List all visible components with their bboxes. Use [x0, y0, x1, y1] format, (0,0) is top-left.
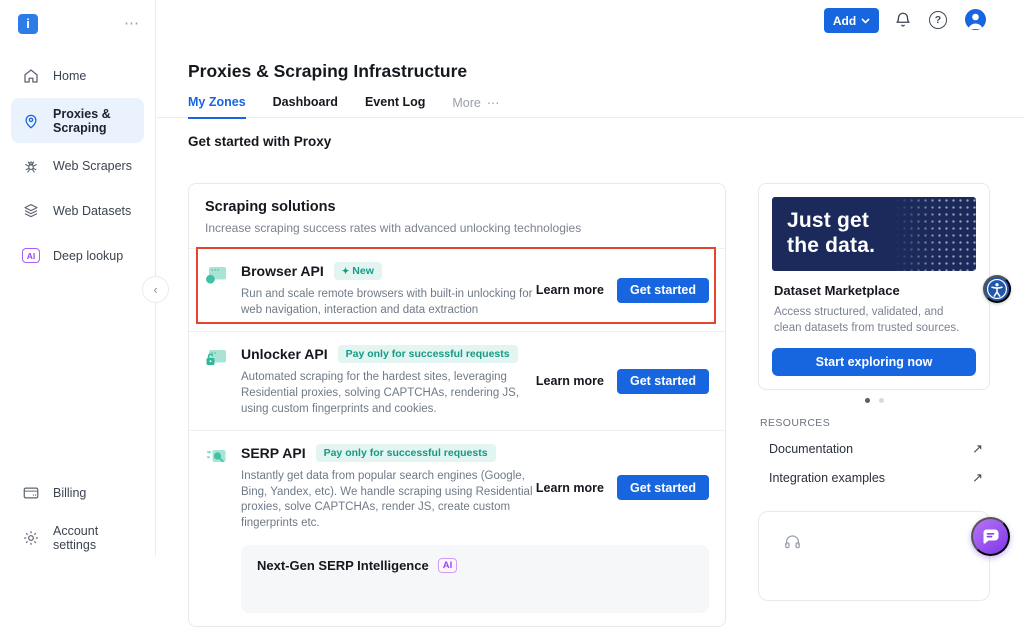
pay-per-success-badge: Pay only for successful requests [337, 345, 518, 364]
home-icon [22, 67, 40, 85]
solution-info: Unlocker API Pay only for successful req… [241, 345, 536, 417]
sidebar-overflow-icon[interactable]: ⋯ [124, 16, 139, 31]
tab-dashboard[interactable]: Dashboard [273, 95, 338, 119]
tab-my-zones[interactable]: My Zones [188, 95, 246, 119]
ai-badge-icon: AI [22, 247, 40, 265]
tab-event-log[interactable]: Event Log [365, 95, 425, 119]
learn-more-link[interactable]: Learn more [536, 283, 604, 297]
sidebar-item-home[interactable]: Home [11, 53, 144, 98]
solution-row-unlocker-api: Unlocker API Pay only for successful req… [189, 332, 725, 432]
tab-bar: My Zones Dashboard Event Log More ⋯ [188, 95, 499, 119]
get-started-button[interactable]: Get started [617, 368, 709, 394]
spider-icon [22, 157, 40, 175]
new-badge: ✦ New [333, 262, 382, 280]
resource-link-integration-examples[interactable]: Integration examples ↗ [758, 464, 990, 492]
serp-api-icon [205, 447, 241, 467]
sidebar-item-billing[interactable]: Billing [11, 470, 144, 515]
solutions-card-header: Scraping solutions Increase scraping suc… [189, 184, 725, 249]
solution-name: Unlocker API [241, 346, 328, 363]
sidebar-item-label: Proxies & Scraping [53, 106, 111, 135]
learn-more-link[interactable]: Learn more [536, 481, 604, 495]
page-title: Proxies & Scraping Infrastructure [188, 61, 468, 81]
tab-more[interactable]: More ⋯ [452, 95, 499, 119]
start-exploring-button[interactable]: Start exploring now [772, 348, 976, 376]
sidebar-item-label: Web Scrapers [53, 158, 132, 173]
promo-description: Access structured, validated, and clean … [774, 306, 960, 335]
external-link-icon: ↗ [972, 470, 983, 485]
sidebar-item-deep-lookup[interactable]: AI Deep lookup [11, 233, 144, 278]
solution-row-serp-api: SERP API Pay only for successful request… [189, 431, 725, 626]
pay-per-success-badge: Pay only for successful requests [315, 444, 496, 463]
solution-description: Instantly get data from popular search e… [241, 470, 533, 529]
unlocker-api-icon [205, 348, 241, 368]
promo-title: Dataset Marketplace [774, 283, 900, 298]
solution-name: SERP API [241, 445, 306, 462]
sidebar-header: i ⋯ [0, 0, 155, 34]
location-pin-icon [22, 112, 40, 130]
sidebar-item-label: Home [53, 68, 87, 83]
carousel-dots [758, 398, 990, 403]
accessibility-button[interactable] [983, 275, 1011, 303]
gear-icon [22, 529, 40, 547]
resource-link-documentation[interactable]: Documentation ↗ [758, 435, 990, 463]
chevron-down-icon [861, 17, 870, 24]
brand-logo[interactable]: i [18, 13, 38, 34]
support-card [758, 511, 990, 601]
headphones-icon [783, 532, 989, 551]
help-icon[interactable]: ? [929, 11, 947, 29]
ellipsis-icon: ⋯ [486, 96, 500, 110]
layers-icon [22, 202, 40, 220]
avatar[interactable] [965, 9, 986, 30]
sidebar-item-proxies-scraping[interactable]: Proxies & Scraping [11, 98, 144, 143]
carousel-dot-active[interactable] [864, 398, 870, 403]
solution-row-browser-api: Browser API ✦ New Run and scale remote b… [189, 249, 725, 333]
solution-info: Browser API ✦ New Run and scale remote b… [241, 262, 536, 318]
solutions-card-title: Scraping solutions [205, 199, 336, 215]
banner-text-line2: the data. [787, 234, 876, 257]
sidebar-collapse-button[interactable]: ‹ [142, 276, 169, 303]
chat-bubble-icon [983, 529, 999, 544]
get-started-button[interactable]: Get started [617, 277, 709, 303]
solution-description: Automated scraping for the hardest sites… [241, 371, 520, 415]
solutions-card-subtitle: Increase scraping success rates with adv… [205, 221, 582, 235]
sidebar-item-label: Deep lookup [53, 248, 124, 263]
browser-api-icon [205, 265, 241, 285]
sidebar-item-web-scrapers[interactable]: Web Scrapers [11, 143, 144, 188]
section-heading: Get started with Proxy [188, 134, 332, 149]
solution-info: SERP API Pay only for successful request… [241, 444, 536, 532]
subcard-title: Next-Gen SERP Intelligence [257, 557, 429, 573]
sparkle-icon: ✦ [341, 265, 350, 276]
external-link-icon: ↗ [972, 441, 983, 456]
user-icon [968, 13, 983, 29]
sidebar-item-web-datasets[interactable]: Web Datasets [11, 188, 144, 233]
notifications-bell-icon[interactable] [894, 11, 912, 29]
solution-name: Browser API [241, 263, 324, 279]
ai-chip: AI [437, 557, 458, 573]
learn-more-link[interactable]: Learn more [536, 374, 604, 388]
chat-button[interactable] [971, 517, 1010, 556]
credit-card-icon [22, 484, 40, 502]
sidebar-item-label: Billing [53, 485, 87, 500]
resources-heading: RESOURCES [760, 417, 831, 429]
get-started-button[interactable]: Get started [617, 475, 709, 501]
dataset-marketplace-card: Just get the data. Dataset Marketplace A… [758, 183, 990, 390]
sidebar-item-label: Account settings [53, 523, 99, 552]
scraping-solutions-card: Scraping solutions Increase scraping suc… [188, 183, 726, 627]
banner-text-line1: Just get [787, 209, 870, 233]
accessibility-icon [986, 278, 1008, 300]
next-gen-serp-subcard[interactable]: Next-Gen SERP Intelligence AI [241, 544, 709, 613]
sidebar: i ⋯ Home Proxies & Scraping Web Scrapers [0, 0, 156, 556]
add-button[interactable]: Add [824, 8, 879, 33]
solution-description: Run and scale remote browsers with built… [241, 288, 533, 316]
sidebar-item-label: Web Datasets [53, 203, 132, 218]
chevron-left-icon: ‹ [153, 282, 158, 297]
just-get-the-data-banner: Just get the data. [772, 197, 976, 271]
carousel-dot[interactable] [878, 398, 884, 403]
sidebar-item-account-settings[interactable]: Account settings [11, 515, 144, 560]
